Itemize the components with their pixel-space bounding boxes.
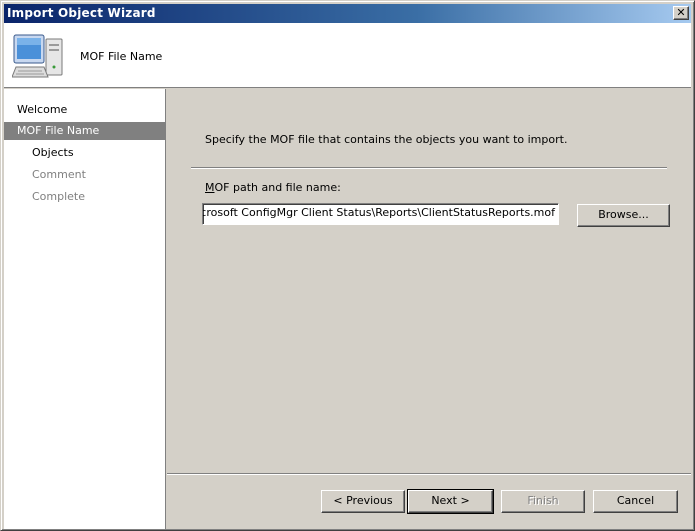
nav-step-label: Objects: [32, 146, 74, 159]
header-title: MOF File Name: [80, 50, 163, 63]
footer-divider: [167, 473, 691, 475]
nav-step-complete: Complete: [4, 188, 165, 206]
previous-button[interactable]: < Previous: [321, 490, 405, 513]
mof-path-label: MOF path and file name:: [205, 181, 341, 194]
close-icon: ✕: [676, 6, 686, 19]
computer-icon: [12, 34, 63, 78]
close-button[interactable]: ✕: [673, 6, 689, 20]
nav-step-label: Comment: [32, 168, 86, 181]
mof-path-input[interactable]: C:\Program Files\Microsoft ConfigMgr Cli…: [202, 203, 559, 225]
title-bar[interactable]: Import Object Wizard ✕: [4, 4, 691, 23]
content-divider: [191, 167, 667, 169]
instruction-text: Specify the MOF file that contains the o…: [205, 133, 568, 146]
mof-path-label-mnemonic: M: [205, 181, 215, 194]
nav-step-label: Complete: [32, 190, 86, 203]
wizard-header: MOF File Name: [4, 23, 691, 88]
next-button[interactable]: Next >: [407, 489, 494, 514]
nav-step-comment: Comment: [4, 166, 165, 184]
wizard-window: Import Object Wizard ✕ MOF File Name Wel…: [0, 0, 695, 531]
next-button-label: Next >: [431, 494, 470, 507]
cancel-button[interactable]: Cancel: [593, 490, 678, 513]
window-title: Import Object Wizard: [7, 6, 156, 20]
finish-button-label: Finish: [527, 494, 559, 507]
cancel-button-label: Cancel: [616, 494, 655, 507]
nav-step-welcome[interactable]: Welcome: [4, 101, 165, 119]
nav-step-mof-file-name[interactable]: MOF File Name: [4, 122, 165, 140]
nav-step-label: MOF File Name: [17, 124, 100, 137]
browse-button-label: Browse...: [598, 208, 649, 221]
mof-path-value: C:\Program Files\Microsoft ConfigMgr Cli…: [203, 206, 555, 219]
wizard-steps-nav: Welcome MOF File Name Objects Comment Co…: [4, 89, 166, 529]
nav-step-objects[interactable]: Objects: [4, 144, 165, 162]
finish-button: Finish: [501, 490, 585, 513]
wizard-content: Specify the MOF file that contains the o…: [167, 89, 691, 529]
browse-button[interactable]: Browse...: [577, 204, 670, 227]
previous-button-label: < Previous: [333, 494, 393, 507]
mof-path-label-rest: OF path and file name:: [214, 181, 341, 194]
nav-step-label: Welcome: [17, 103, 68, 116]
